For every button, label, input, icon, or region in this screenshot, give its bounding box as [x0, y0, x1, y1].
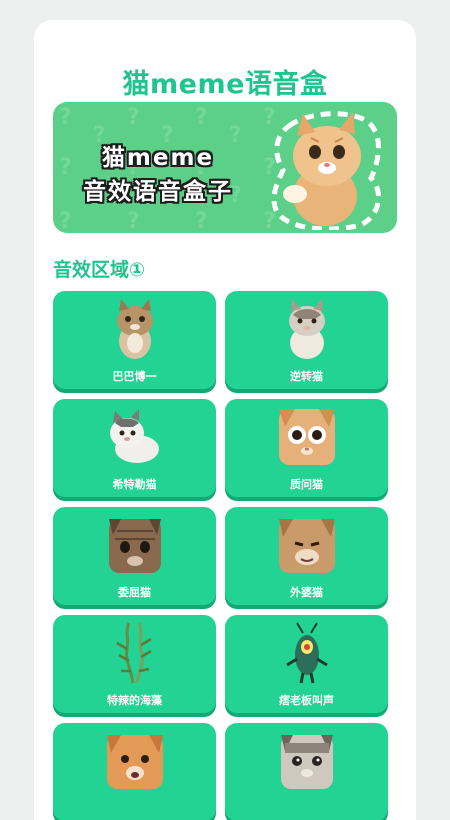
sound-label: 委屈猫: [118, 586, 151, 599]
sound-tile-nizhuan[interactable]: 逆转猫: [225, 291, 388, 389]
white-grey-cat-icon: [109, 409, 159, 463]
svg-text:?: ?: [59, 209, 72, 233]
sad-tabby-cat-icon: [108, 519, 161, 573]
sound-label: 巴巴博一: [112, 370, 157, 383]
svg-text:?: ?: [59, 105, 72, 130]
plankton-icon: [285, 622, 328, 684]
svg-text:?: ?: [195, 209, 208, 233]
sound-tile-zhiwen[interactable]: 质问猫: [225, 399, 388, 497]
sound-tile-plankton[interactable]: 痞老板叫声: [225, 615, 388, 713]
svg-text:?: ?: [195, 105, 208, 130]
banner-cat-icon: [271, 111, 381, 230]
sound-tile-10[interactable]: [225, 723, 388, 820]
old-tabby-cat-icon: [278, 519, 335, 573]
sound-label: 痞老板叫声: [279, 694, 334, 707]
tabby-cat-icon: [116, 299, 153, 359]
crying-cat-icon: [280, 735, 333, 789]
sound-tile-babaobo[interactable]: 巴巴博一: [53, 291, 216, 389]
sound-label: 特辣的海藻: [107, 694, 162, 707]
sound-label: 质问猫: [290, 478, 323, 491]
sound-tile-waipo[interactable]: 外婆猫: [225, 507, 388, 605]
sound-tile-weiqu[interactable]: 委屈猫: [53, 507, 216, 605]
main-card: 猫meme语音盒 ??????? ???? ??? ???? 猫meme 音效语…: [34, 20, 416, 820]
header-banner: ??????? ???? ??? ???? 猫meme 音效语音盒子: [53, 102, 397, 233]
section-title: 音效区域①: [53, 259, 146, 281]
sound-tile-9[interactable]: [53, 723, 216, 820]
grey-white-cat-icon: [288, 299, 325, 359]
sound-label: 逆转猫: [290, 370, 323, 383]
orange-cat-icon: [106, 735, 163, 789]
orange-shocked-cat-icon: [278, 409, 335, 465]
sound-label: 外婆猫: [290, 586, 323, 599]
sound-tile-hot-seaweed[interactable]: 特辣的海藻: [53, 615, 216, 713]
banner-title-line1: 猫meme: [101, 145, 215, 171]
sound-tile-xitele[interactable]: 希特勒猫: [53, 399, 216, 497]
sound-label: 希特勒猫: [112, 478, 157, 491]
seaweed-icon: [115, 622, 152, 684]
svg-text:?: ?: [127, 209, 140, 233]
banner-title-line2: 音效语音盒子: [83, 179, 233, 205]
svg-text:?: ?: [127, 105, 140, 130]
app-title: 猫meme语音盒: [122, 69, 328, 100]
